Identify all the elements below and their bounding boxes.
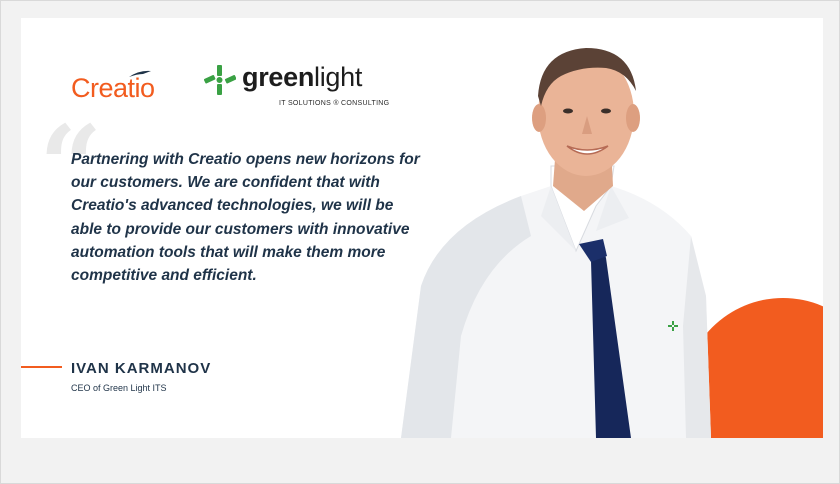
greenlight-mark-icon [204, 65, 236, 95]
testimonial-card: Creatio greenlight IT SOLUTIONS ® CONSUL… [21, 18, 823, 438]
greenlight-wordmark: greenlight [242, 62, 362, 93]
greenlight-subtitle: IT SOLUTIONS ® CONSULTING [279, 100, 390, 107]
quote-text: Partnering with Creatio opens new horizo… [71, 151, 420, 285]
person-name: IVAN KARMANOV [71, 360, 212, 377]
person-photo [401, 48, 711, 438]
greenlight-word-light: light [314, 62, 363, 92]
creatio-logo: Creatio [71, 70, 155, 104]
creatio-swoosh-icon [129, 70, 151, 77]
person-title: CEO of Green Light ITS [71, 383, 167, 393]
page-frame: Creatio greenlight IT SOLUTIONS ® CONSUL… [0, 0, 840, 484]
accent-divider [21, 366, 62, 368]
greenlight-word-bold: green [242, 62, 315, 92]
